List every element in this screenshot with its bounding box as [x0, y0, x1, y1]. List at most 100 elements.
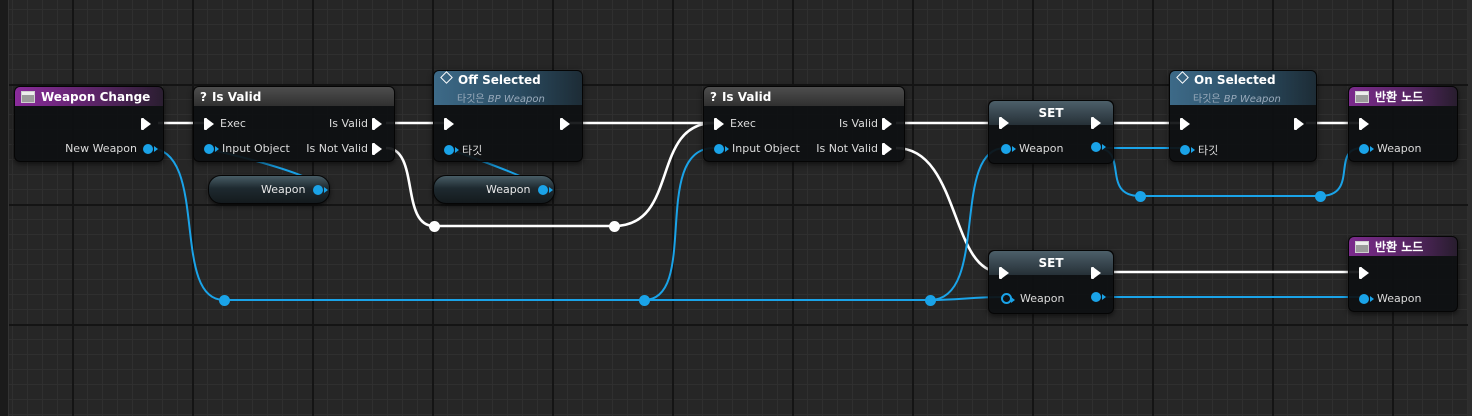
- exec-in-pin[interactable]: [1180, 118, 1190, 130]
- reroute-knot[interactable]: [1135, 191, 1146, 202]
- exec-in-pin[interactable]: [999, 267, 1009, 279]
- reroute-knot[interactable]: [925, 295, 936, 306]
- pin-label: New Weapon: [65, 142, 137, 155]
- data-pin-icon: [204, 143, 219, 154]
- panel-edge: [0, 0, 9, 416]
- set-node-2[interactable]: SET Weapon: [988, 250, 1114, 314]
- variable-label: Weapon: [486, 183, 531, 196]
- reroute-knot[interactable]: [639, 295, 650, 306]
- exec-arrow-icon: [560, 118, 570, 130]
- data-wire: [644, 147, 1006, 301]
- node-title: SET: [1038, 106, 1064, 120]
- subtitle-class: BP Weapon: [1223, 94, 1281, 105]
- weapon-getter-node-1[interactable]: Weapon: [208, 175, 330, 204]
- node-title: Off Selected: [458, 73, 541, 87]
- variable-label: Weapon: [261, 183, 306, 196]
- exec-out-pin[interactable]: [1294, 118, 1304, 130]
- weapon-out-pin[interactable]: [1091, 142, 1106, 152]
- data-pin-hollow-icon: [1001, 293, 1015, 304]
- node-title: 반환 노드: [1375, 240, 1424, 254]
- return-node-1[interactable]: 반환 노드 Weapon: [1348, 86, 1458, 162]
- is-not-valid-out-pin[interactable]: Is Not Valid: [816, 142, 892, 155]
- data-pin-icon: [313, 184, 329, 195]
- subtitle-prefix: 타깃은: [457, 94, 485, 105]
- exec-arrow-icon: [1294, 118, 1304, 130]
- weapon-getter-node-2[interactable]: Weapon: [433, 175, 555, 204]
- is-valid-out-pin[interactable]: Is Valid: [839, 117, 892, 130]
- exec-arrow-icon: [882, 117, 892, 130]
- input-object-pin[interactable]: Input Object: [204, 142, 290, 155]
- weapon-in-pin[interactable]: Weapon: [1001, 142, 1063, 155]
- event-box-icon: [21, 90, 35, 103]
- exec-in-pin[interactable]: Exec: [204, 117, 246, 130]
- exec-arrow-icon: [1091, 267, 1101, 279]
- pin-label: Input Object: [732, 142, 800, 155]
- pin-label: Is Valid: [839, 117, 878, 130]
- exec-in-pin[interactable]: [1359, 267, 1369, 279]
- pin-label: Is Not Valid: [306, 142, 368, 155]
- exec-arrow-icon: [372, 142, 382, 155]
- pin-label: Weapon: [1019, 142, 1064, 155]
- return-node-2[interactable]: 반환 노드 Weapon: [1348, 236, 1458, 312]
- pin-label: Exec: [730, 117, 756, 130]
- exec-arrow-icon: [999, 267, 1009, 279]
- pin-label: Exec: [220, 117, 246, 130]
- exec-in-pin[interactable]: Exec: [714, 117, 756, 130]
- node-title: On Selected: [1194, 73, 1276, 87]
- target-pin[interactable]: 타깃: [444, 142, 482, 158]
- is-valid-header: ? Is Valid: [194, 87, 394, 106]
- set-node-1[interactable]: SET Weapon: [988, 100, 1114, 164]
- is-valid-node-1[interactable]: ? Is Valid Exec Input Object Is Valid Is…: [193, 86, 395, 162]
- node-title: Is Valid: [721, 89, 772, 104]
- node-title: Is Valid: [211, 89, 262, 104]
- is-valid-out-pin[interactable]: Is Valid: [329, 117, 382, 130]
- exec-out-pin[interactable]: [1091, 117, 1101, 129]
- panel-edge-right: [1468, 0, 1472, 416]
- exec-arrow-icon: [444, 118, 454, 130]
- weapon-in-pin[interactable]: Weapon: [1359, 292, 1421, 305]
- return-box-icon: [1355, 90, 1369, 103]
- exec-arrow-icon: [1091, 117, 1101, 129]
- pin-label: Weapon: [1377, 292, 1422, 305]
- weapon-in-pin[interactable]: Weapon: [1359, 142, 1421, 155]
- on-selected-node[interactable]: On Selected 타깃은 BP Weapon 타깃: [1169, 70, 1317, 162]
- data-pin-icon: [444, 145, 459, 155]
- exec-arrow-icon: [1180, 118, 1190, 130]
- reroute-knot[interactable]: [609, 221, 620, 232]
- subtitle-prefix: 타깃은: [1193, 94, 1221, 105]
- reroute-knot[interactable]: [429, 221, 440, 232]
- target-pin[interactable]: 타깃: [1180, 142, 1218, 158]
- data-pin-icon: [538, 184, 554, 195]
- exec-arrow-icon: [999, 117, 1009, 129]
- exec-out-pin[interactable]: [560, 118, 570, 130]
- reroute-knot[interactable]: [1315, 191, 1326, 202]
- exec-out-pin[interactable]: [1091, 267, 1101, 279]
- data-pin-icon: [143, 143, 158, 154]
- question-icon: ?: [200, 89, 207, 104]
- weapon-out-pin[interactable]: [1091, 292, 1106, 302]
- new-weapon-pin[interactable]: New Weapon: [65, 142, 158, 155]
- exec-arrow-icon: [1359, 118, 1369, 130]
- input-object-pin[interactable]: Input Object: [714, 142, 800, 155]
- exec-in-pin[interactable]: [1359, 118, 1369, 130]
- exec-in-pin[interactable]: [999, 117, 1009, 129]
- is-not-valid-out-pin[interactable]: Is Not Valid: [306, 142, 382, 155]
- node-subtitle: 타깃은 BP Weapon: [457, 90, 545, 105]
- is-valid-header: ? Is Valid: [704, 87, 904, 106]
- pin-label: Weapon: [1377, 142, 1422, 155]
- is-valid-node-2[interactable]: ? Is Valid Exec Input Object Is Valid Is…: [703, 86, 905, 162]
- subtitle-class: BP Weapon: [487, 94, 545, 105]
- on-selected-header: On Selected 타깃은 BP Weapon: [1170, 71, 1316, 105]
- reroute-knot[interactable]: [219, 295, 230, 306]
- data-pin-icon: [1091, 142, 1106, 152]
- data-pin-icon: [714, 143, 729, 154]
- pin-label: Is Valid: [329, 117, 368, 130]
- exec-out-pin[interactable]: [141, 118, 151, 130]
- exec-arrow-icon: [141, 118, 151, 130]
- blueprint-graph-canvas[interactable]: Weapon Change New Weapon ? Is Valid Exec…: [0, 0, 1472, 416]
- function-diamond-icon: [1176, 71, 1189, 84]
- weapon-in-pin[interactable]: Weapon: [1001, 292, 1064, 305]
- off-selected-node[interactable]: Off Selected 타깃은 BP Weapon 타깃: [433, 70, 583, 162]
- weapon-change-node[interactable]: Weapon Change New Weapon: [14, 86, 164, 162]
- exec-in-pin[interactable]: [444, 118, 454, 130]
